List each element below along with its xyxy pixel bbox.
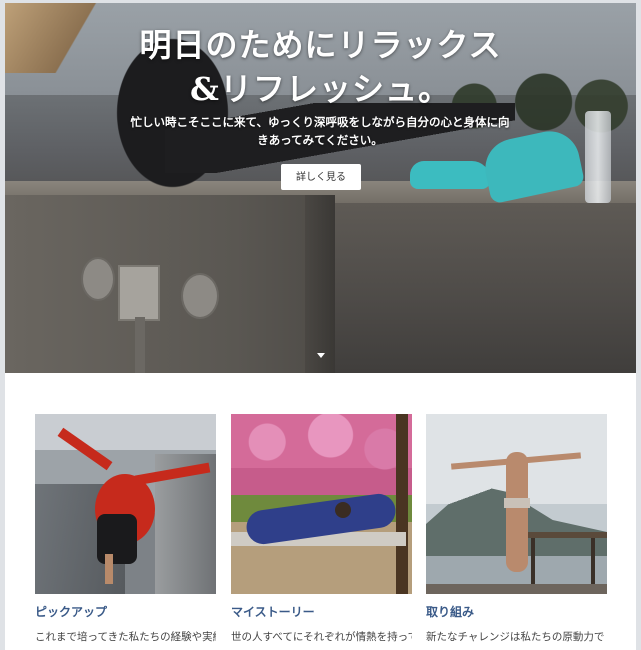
- hero-title-line2: &リフレッシュ。: [190, 70, 451, 108]
- card-image[interactable]: [231, 414, 412, 594]
- card-image-post: [531, 538, 535, 588]
- feature-cards: ピックアップ これまで培ってきた私たちの経験や実績 マイストーリー 世の人すべて…: [5, 373, 636, 650]
- card-image-blossom: [231, 414, 412, 484]
- browser-frame: 明日のためにリラックス &リフレッシュ。 忙しい時こそここに来て、ゆっくり深呼吸…: [0, 0, 641, 650]
- hero-bottle: [585, 111, 611, 203]
- card-my-story[interactable]: マイストーリー 世の人すべてにそれぞれが情熱を持って: [231, 414, 412, 644]
- card-image-torso: [97, 514, 137, 564]
- card-image-head: [335, 502, 351, 518]
- card-text: 世の人すべてにそれぞれが情熱を持って: [231, 631, 412, 643]
- card-image-swimwear: [504, 498, 530, 508]
- card-image[interactable]: [35, 414, 216, 594]
- card-initiatives[interactable]: 取り組み 新たなチャレンジは私たちの原動力で: [426, 414, 607, 644]
- hero-title-line1: 明日のためにリラックス: [139, 26, 502, 64]
- card-image-tree: [396, 414, 408, 594]
- card-text: これまで培ってきた私たちの経験や実績: [35, 631, 216, 643]
- hero-subtitle: 忙しい時こそここに来て、ゆっくり深呼吸をしながら自分の心と身体に向きあってみてく…: [130, 115, 510, 147]
- card-text: 新たなチャレンジは私たちの原動力で: [426, 631, 605, 643]
- hero-outlet-box: [118, 265, 160, 321]
- hero-title: 明日のためにリラックス &リフレッシュ。: [5, 23, 636, 111]
- card-image-ground: [426, 584, 607, 594]
- card-image-arm: [105, 554, 113, 584]
- hero-pillar-edge: [305, 195, 335, 373]
- page: 明日のためにリラックス &リフレッシュ。 忙しい時こそここに来て、ゆっくり深呼吸…: [5, 3, 636, 650]
- hero-section: 明日のためにリラックス &リフレッシュ。 忙しい時こそここに来て、ゆっくり深呼吸…: [5, 3, 636, 373]
- card-title[interactable]: 取り組み: [426, 604, 607, 620]
- card-title[interactable]: マイストーリー: [231, 604, 412, 620]
- hero-wall-fixture: [81, 257, 115, 301]
- card-image-leg: [57, 427, 113, 471]
- hero-pole: [135, 317, 145, 373]
- card-pickup[interactable]: ピックアップ これまで培ってきた私たちの経験や実績: [35, 414, 216, 644]
- card-image-post: [591, 538, 595, 588]
- chevron-down-icon[interactable]: [317, 353, 325, 358]
- hero-pillar: [5, 195, 335, 373]
- hero-wall-fixture: [181, 273, 219, 319]
- hero-shoe: [410, 161, 490, 189]
- card-image[interactable]: [426, 414, 607, 594]
- card-image-person: [506, 452, 528, 572]
- details-button[interactable]: 詳しく見る: [281, 164, 361, 190]
- card-title[interactable]: ピックアップ: [35, 604, 216, 620]
